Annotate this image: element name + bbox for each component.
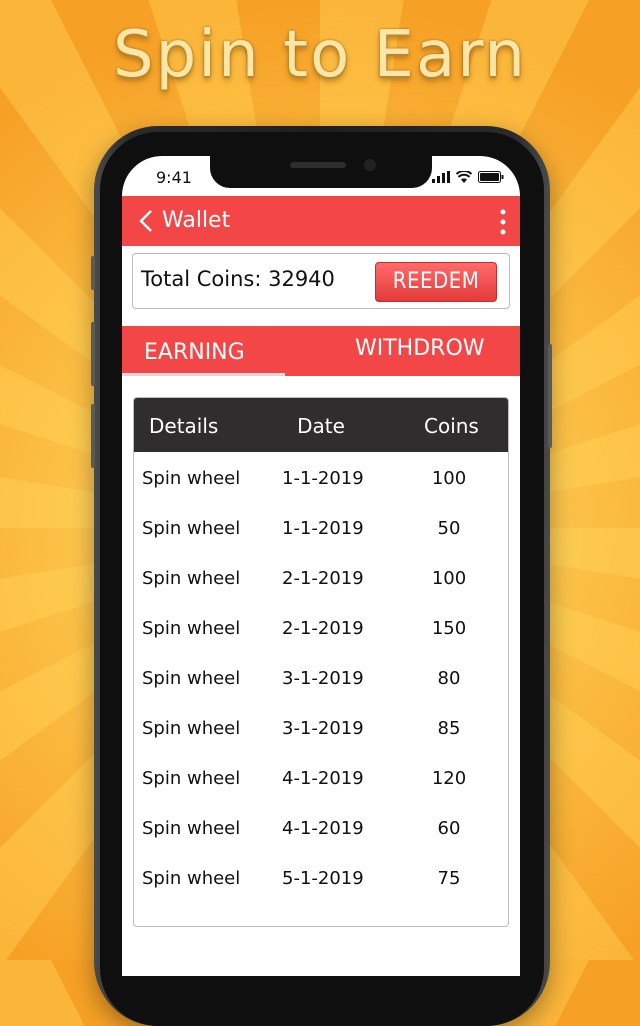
phone-notch <box>210 156 432 188</box>
back-arrow-icon[interactable] <box>136 209 158 233</box>
cell-coins: 85 <box>437 718 461 739</box>
phone-volume-down-button <box>91 404 95 468</box>
page-title: Wallet <box>162 208 231 233</box>
cell-details: Spin wheel <box>142 468 241 489</box>
cell-details: Spin wheel <box>142 818 241 839</box>
total-coins-card: Total Coins: 32940 REEDEM <box>132 253 510 309</box>
redeem-button[interactable]: REEDEM <box>375 262 497 302</box>
cell-date: 3-1-2019 <box>282 668 364 689</box>
cell-details: Spin wheel <box>142 518 241 539</box>
wifi-icon <box>456 171 472 183</box>
more-vert-icon[interactable] <box>500 208 506 236</box>
table-row: Spin wheel 2-1-2019 150 <box>134 618 508 668</box>
table-row: Spin wheel 2-1-2019 100 <box>134 568 508 618</box>
battery-icon <box>478 171 504 183</box>
cell-date: 4-1-2019 <box>282 768 364 789</box>
cell-details: Spin wheel <box>142 668 241 689</box>
cell-coins: 100 <box>431 468 467 489</box>
cell-date: 5-1-2019 <box>282 868 364 889</box>
table-row: Spin wheel 1-1-2019 50 <box>134 518 508 568</box>
promo-headline: Spin to Earn <box>113 18 527 92</box>
cell-details: Spin wheel <box>142 768 241 789</box>
phone-screen: 9:41 Wallet Total Coins: 32940 REEDEM EA… <box>122 156 520 976</box>
table-row: Spin wheel 5-1-2019 75 <box>134 868 508 918</box>
tab-bar: EARNING WITHDROW <box>122 326 520 376</box>
cell-date: 2-1-2019 <box>282 618 364 639</box>
tab-withdraw[interactable]: WITHDROW <box>285 326 520 376</box>
cell-details: Spin wheel <box>142 568 241 589</box>
cell-details: Spin wheel <box>142 618 241 639</box>
cell-coins: 80 <box>437 668 461 689</box>
total-coins-label: Total Coins: <box>141 267 262 291</box>
status-icons <box>432 171 504 183</box>
cell-details: Spin wheel <box>142 868 241 889</box>
total-coins-text: Total Coins: 32940 <box>141 267 335 291</box>
cell-coins: 75 <box>437 868 461 889</box>
cell-coins: 100 <box>431 568 467 589</box>
table-row: Spin wheel 4-1-2019 60 <box>134 818 508 868</box>
cell-date: 1-1-2019 <box>282 468 364 489</box>
phone-power-button <box>548 344 552 448</box>
cell-coins: 50 <box>437 518 461 539</box>
front-camera <box>364 159 376 171</box>
tab-earning[interactable]: EARNING <box>122 326 285 376</box>
total-coins-value: 32940 <box>268 267 335 291</box>
phone-side-button <box>91 256 95 290</box>
cell-date: 3-1-2019 <box>282 718 364 739</box>
table-row: Spin wheel 4-1-2019 120 <box>134 768 508 818</box>
cell-details: Spin wheel <box>142 718 241 739</box>
tab-selected-indicator <box>122 373 285 376</box>
tab-withdraw-label: WITHDROW <box>355 336 485 361</box>
cell-date: 1-1-2019 <box>282 518 364 539</box>
phone-volume-up-button <box>91 322 95 386</box>
table-body: Spin wheel 1-1-2019 100 Spin wheel 1-1-2… <box>134 468 508 918</box>
status-time: 9:41 <box>156 168 192 187</box>
cell-coins: 120 <box>431 768 467 789</box>
column-header-coins: Coins <box>424 414 479 438</box>
tab-earning-label: EARNING <box>144 340 245 365</box>
cell-date: 4-1-2019 <box>282 818 364 839</box>
signal-icon <box>432 171 450 183</box>
cell-coins: 60 <box>437 818 461 839</box>
earnings-table: Details Date Coins Spin wheel 1-1-2019 1… <box>133 397 509 927</box>
table-row: Spin wheel 3-1-2019 80 <box>134 668 508 718</box>
speaker-grille <box>290 162 346 168</box>
table-header: Details Date Coins <box>134 398 508 452</box>
table-row: Spin wheel 1-1-2019 100 <box>134 468 508 518</box>
cell-date: 2-1-2019 <box>282 568 364 589</box>
app-toolbar: Wallet <box>122 196 520 246</box>
table-row: Spin wheel 3-1-2019 85 <box>134 718 508 768</box>
cell-coins: 150 <box>431 618 467 639</box>
